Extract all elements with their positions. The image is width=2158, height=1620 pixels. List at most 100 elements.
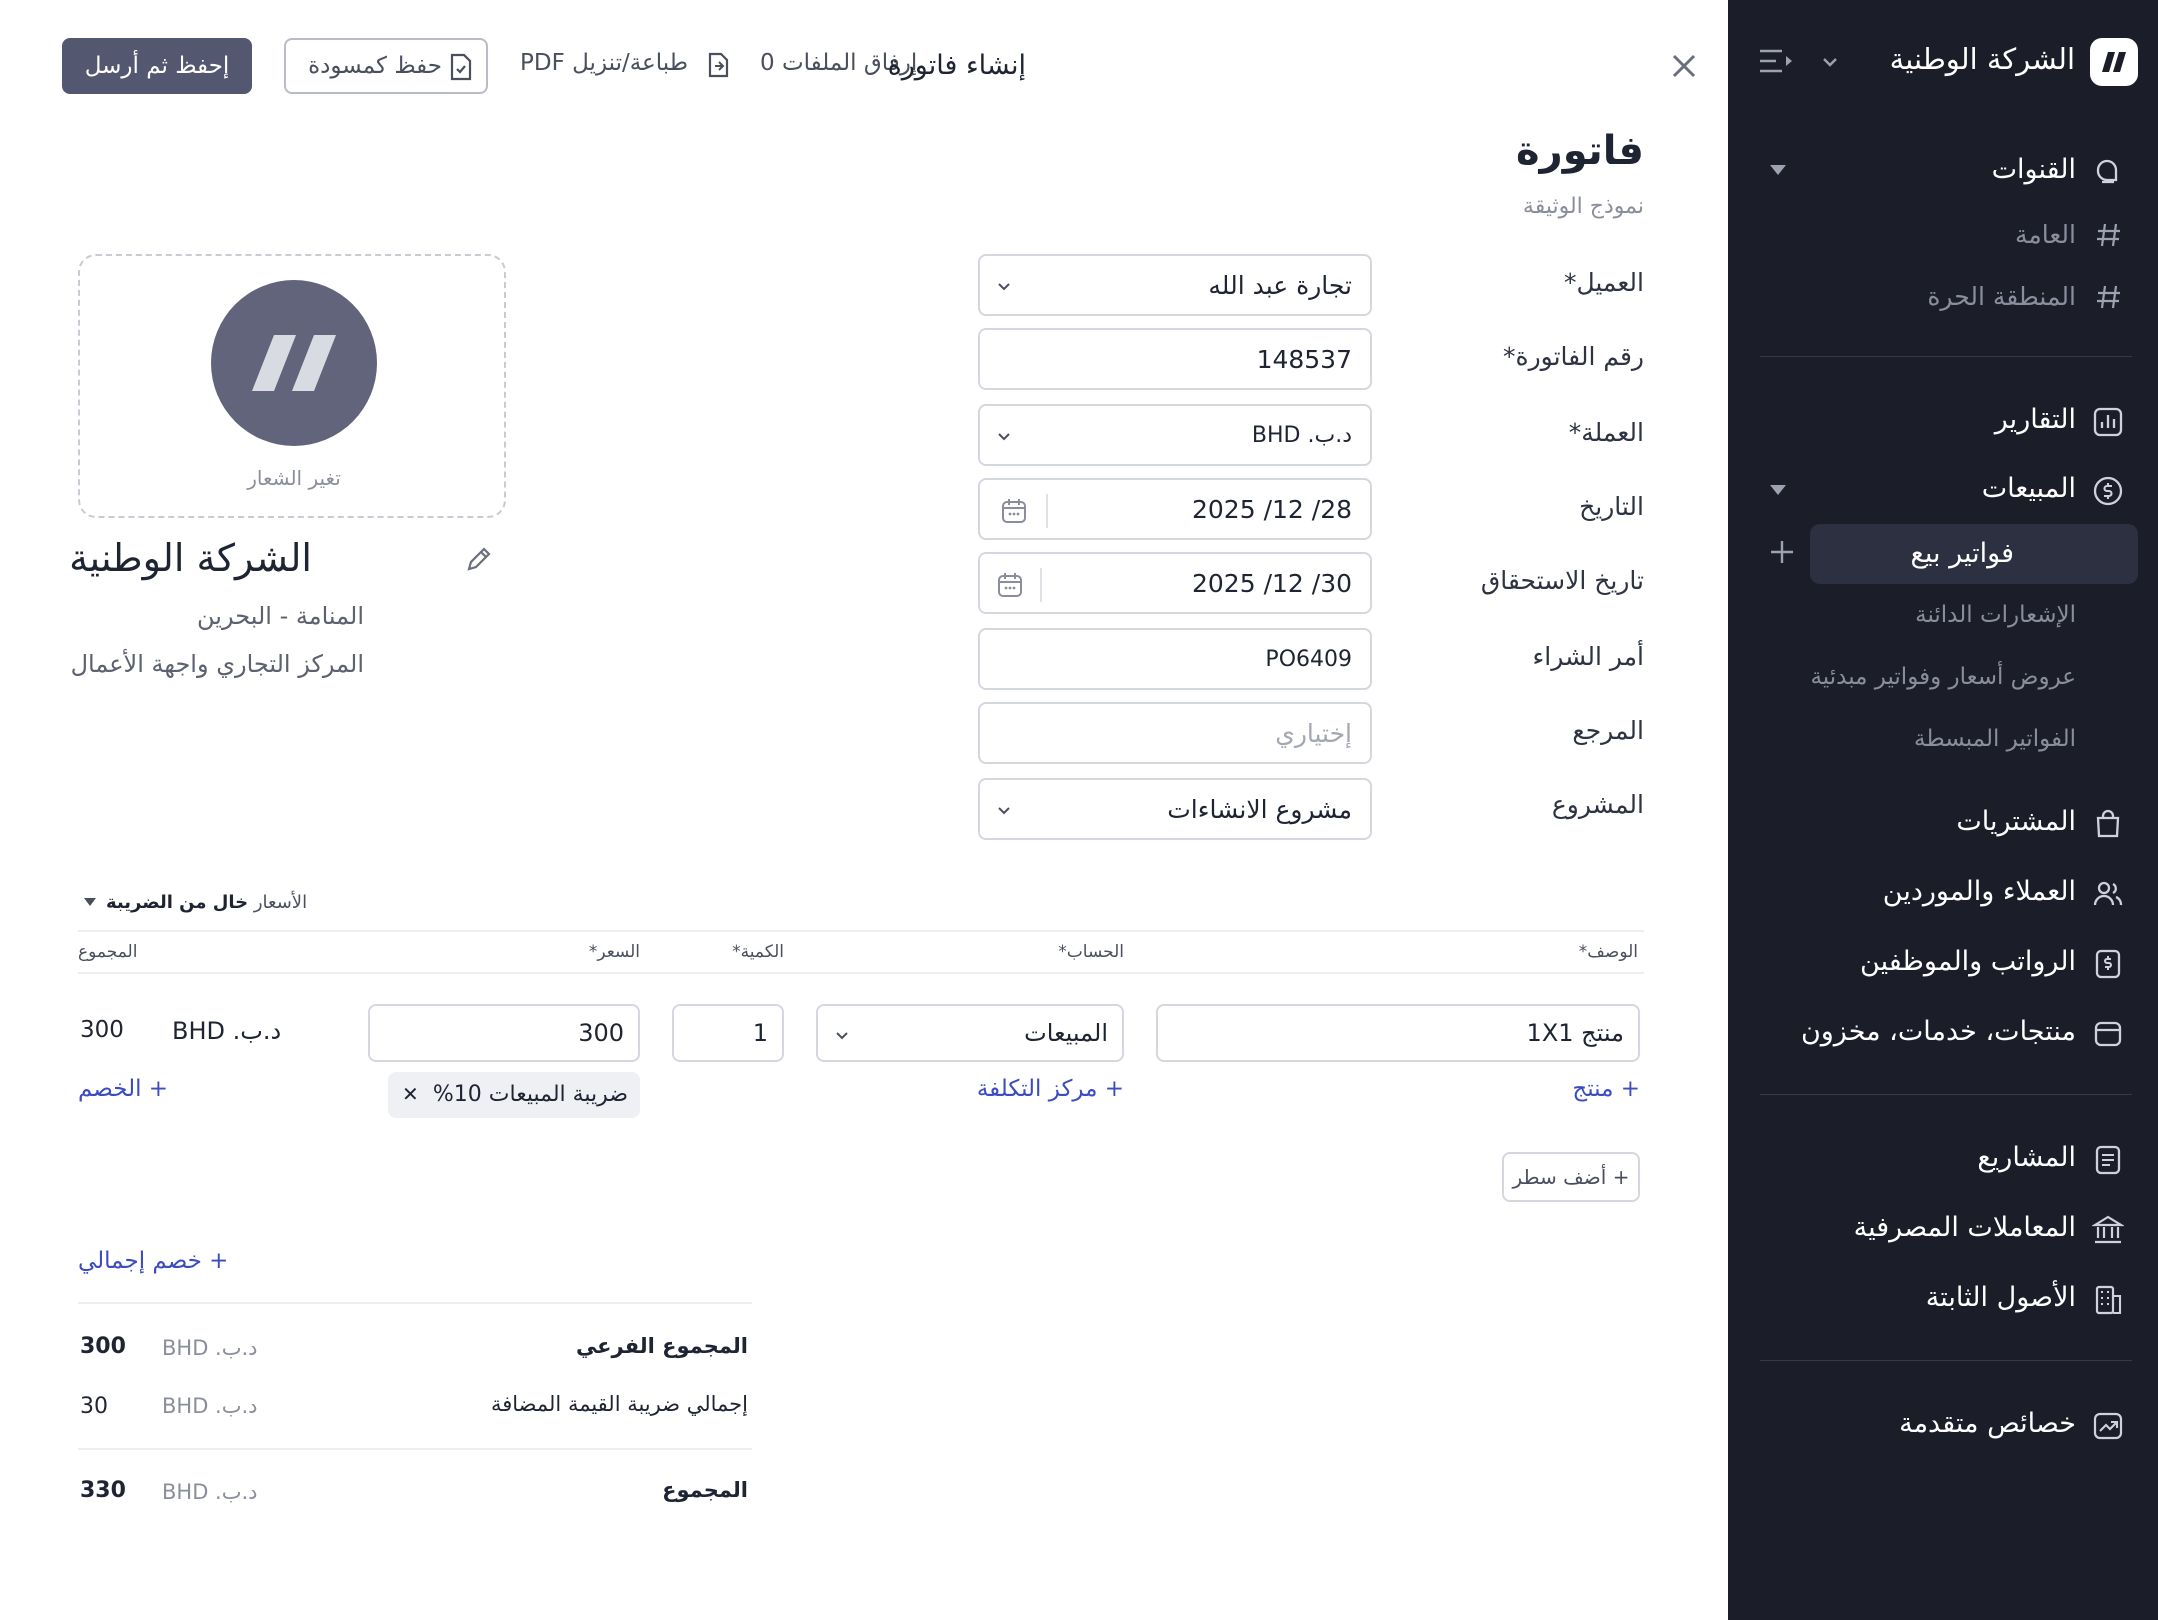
save-draft-button[interactable]: حفظ كمسودة [284,38,488,94]
caret-down-icon[interactable] [1770,165,1786,175]
sidebar-item-label: المبيعات [1981,473,2076,504]
sidebar-item-purchases[interactable]: المشتريات [1728,798,2158,848]
logo-upload-area[interactable]: تغير الشعار [78,254,506,518]
calendar-icon[interactable] [1000,497,1028,525]
vat-total-value: 30 [80,1394,108,1419]
trending-up-icon [2093,1412,2123,1440]
currency-select[interactable]: د.ب. BHD [978,404,1372,466]
sidebar-subitem-sales-invoices[interactable]: فواتير بيع [1810,524,2138,584]
customer-select[interactable]: تجارة عبد الله [978,254,1372,316]
sidebar-item-payroll[interactable]: الرواتب والموظفين [1728,938,2158,988]
totals-divider [78,1302,752,1304]
print-download-button[interactable]: طباعة/تنزيل PDF [520,50,688,76]
description-input[interactable]: منتج 1X1 [1156,1004,1640,1062]
customer-label: العميل* [1563,268,1644,297]
chevron-down-icon [998,283,1010,291]
caret-down-icon[interactable] [84,898,96,906]
caret-down-icon[interactable] [1770,485,1786,495]
reference-input[interactable]: إختياري [978,702,1372,764]
quantity-input[interactable]: 1 [672,1004,784,1062]
save-and-send-button[interactable]: إحفظ ثم أرسل [62,38,252,94]
plus-icon[interactable] [1768,538,1796,566]
tax-chip[interactable]: ضريبة المبيعات 10% ✕ [388,1072,640,1118]
sidebar-item-label: المعاملات المصرفية [1853,1212,2076,1243]
reference-label: المرجع [1572,716,1644,745]
customer-value: تجارة عبد الله [1208,271,1352,300]
subtotal-value: 300 [80,1334,126,1359]
invoice-number-label: رقم الفاتورة* [1503,342,1644,371]
document-icon [2095,1145,2121,1175]
currency-value: د.ب. BHD [1251,423,1352,448]
sidebar-item-banking[interactable]: المعاملات المصرفية [1728,1204,2158,1254]
column-header-price: السعر* [588,942,640,962]
users-icon [2093,881,2123,906]
date-input[interactable]: 28/ 12/ 2025 [978,478,1372,540]
add-product-link[interactable]: + منتج [1572,1076,1640,1102]
column-header-quantity: الكمية* [732,942,784,962]
purchase-order-input[interactable]: PO6409 [978,628,1372,690]
purchase-order-value: PO6409 [1265,647,1352,672]
account-value: المبيعات [1024,1019,1108,1047]
sidebar-item-label: الأصول الثابتة [1925,1282,2076,1313]
sidebar-subitem-label: عروض أسعار وفواتير مبدئية [1810,664,2076,690]
company-logo[interactable] [2090,38,2138,86]
sidebar-subitem-label: فواتير بيع [1910,538,2014,569]
project-value: مشروع الانشاءات [1167,795,1352,824]
add-cost-center-link[interactable]: + مركز التكلفة [977,1076,1124,1102]
payroll-icon [2095,949,2121,979]
sidebar-item-customers-suppliers[interactable]: العملاء والموردين [1728,868,2158,918]
dollar-circle-icon [2093,476,2123,506]
company-address-line-2: المركز التجاري واجهة الأعمال [70,650,364,678]
row-total: 300 [80,1017,124,1043]
account-select[interactable]: المبيعات [816,1004,1124,1062]
price-value: 300 [578,1019,624,1047]
chevron-down-icon[interactable] [1818,50,1842,74]
chevron-down-icon [836,1032,848,1040]
sidebar-item-products-inventory[interactable]: منتجات، خدمات، مخزون [1728,1008,2158,1058]
project-label: المشروع [1551,790,1644,819]
company-name: الشركة الوطنية [69,536,312,580]
sidebar-item-label: خصائص متقدمة [1899,1408,2076,1439]
column-header-description: الوصف* [1578,942,1638,962]
sidebar: الشركة الوطنية القنوات العامة المنطقة ال… [1728,0,2158,1620]
sidebar-item-label: المشاريع [1977,1142,2076,1173]
remove-tax-icon[interactable]: ✕ [402,1082,419,1106]
due-date-value: 30/ 12/ 2025 [1192,569,1352,598]
add-line-button[interactable]: + أضف سطر [1502,1152,1640,1202]
sidebar-item-sales[interactable]: المبيعات [1728,465,2158,515]
document-template-link[interactable]: نموذج الوثيقة [1523,194,1644,219]
tax-mode-value: خال من الضريبة [106,892,249,913]
sidebar-item-advanced[interactable]: خصائص متقدمة [1728,1400,2158,1450]
field-separator [1046,494,1048,528]
add-global-discount-link[interactable]: + خصم إجمالي [78,1248,228,1274]
sidebar-item-fixed-assets[interactable]: الأصول الثابتة [1728,1274,2158,1324]
chevron-down-icon [998,807,1010,815]
grand-total-currency: د.ب. BHD [162,1480,258,1504]
tax-mode-toggle[interactable]: الأسعار خال من الضريبة [106,892,307,913]
project-select[interactable]: مشروع الانشاءات [978,778,1372,840]
description-value: منتج 1X1 [1526,1019,1624,1047]
export-file-icon[interactable] [706,52,730,78]
tax-mode-prefix: الأسعار [253,892,308,913]
due-date-input[interactable]: 30/ 12/ 2025 [978,552,1372,614]
invoice-number-input[interactable]: 148537 [978,328,1372,390]
document-type-title[interactable]: فاتورة [1516,128,1644,174]
row-currency: د.ب. BHD [172,1017,282,1045]
sidebar-divider [1760,1360,2132,1361]
collapse-sidebar-icon[interactable] [1758,46,1794,76]
modal-title: إنشاء فاتورة [887,50,1026,81]
company-switcher-name[interactable]: الشركة الوطنية [1890,42,2075,76]
pencil-icon[interactable] [464,544,494,574]
sidebar-item-reports[interactable]: التقارير [1728,396,2158,446]
building-icon [2095,1285,2122,1315]
sidebar-item-projects[interactable]: المشاريع [1728,1134,2158,1184]
quantity-value: 1 [752,1019,768,1047]
calendar-icon[interactable] [996,571,1024,599]
add-discount-link[interactable]: + الخصم [78,1076,168,1102]
sidebar-item-channels[interactable]: القنوات [1728,146,2158,196]
price-input[interactable]: 300 [368,1004,640,1062]
date-value: 28/ 12/ 2025 [1192,495,1352,524]
purchase-order-label: أمر الشراء [1532,642,1644,671]
sidebar-item-label: العملاء والموردين [1882,876,2076,907]
close-icon[interactable] [1670,52,1698,80]
